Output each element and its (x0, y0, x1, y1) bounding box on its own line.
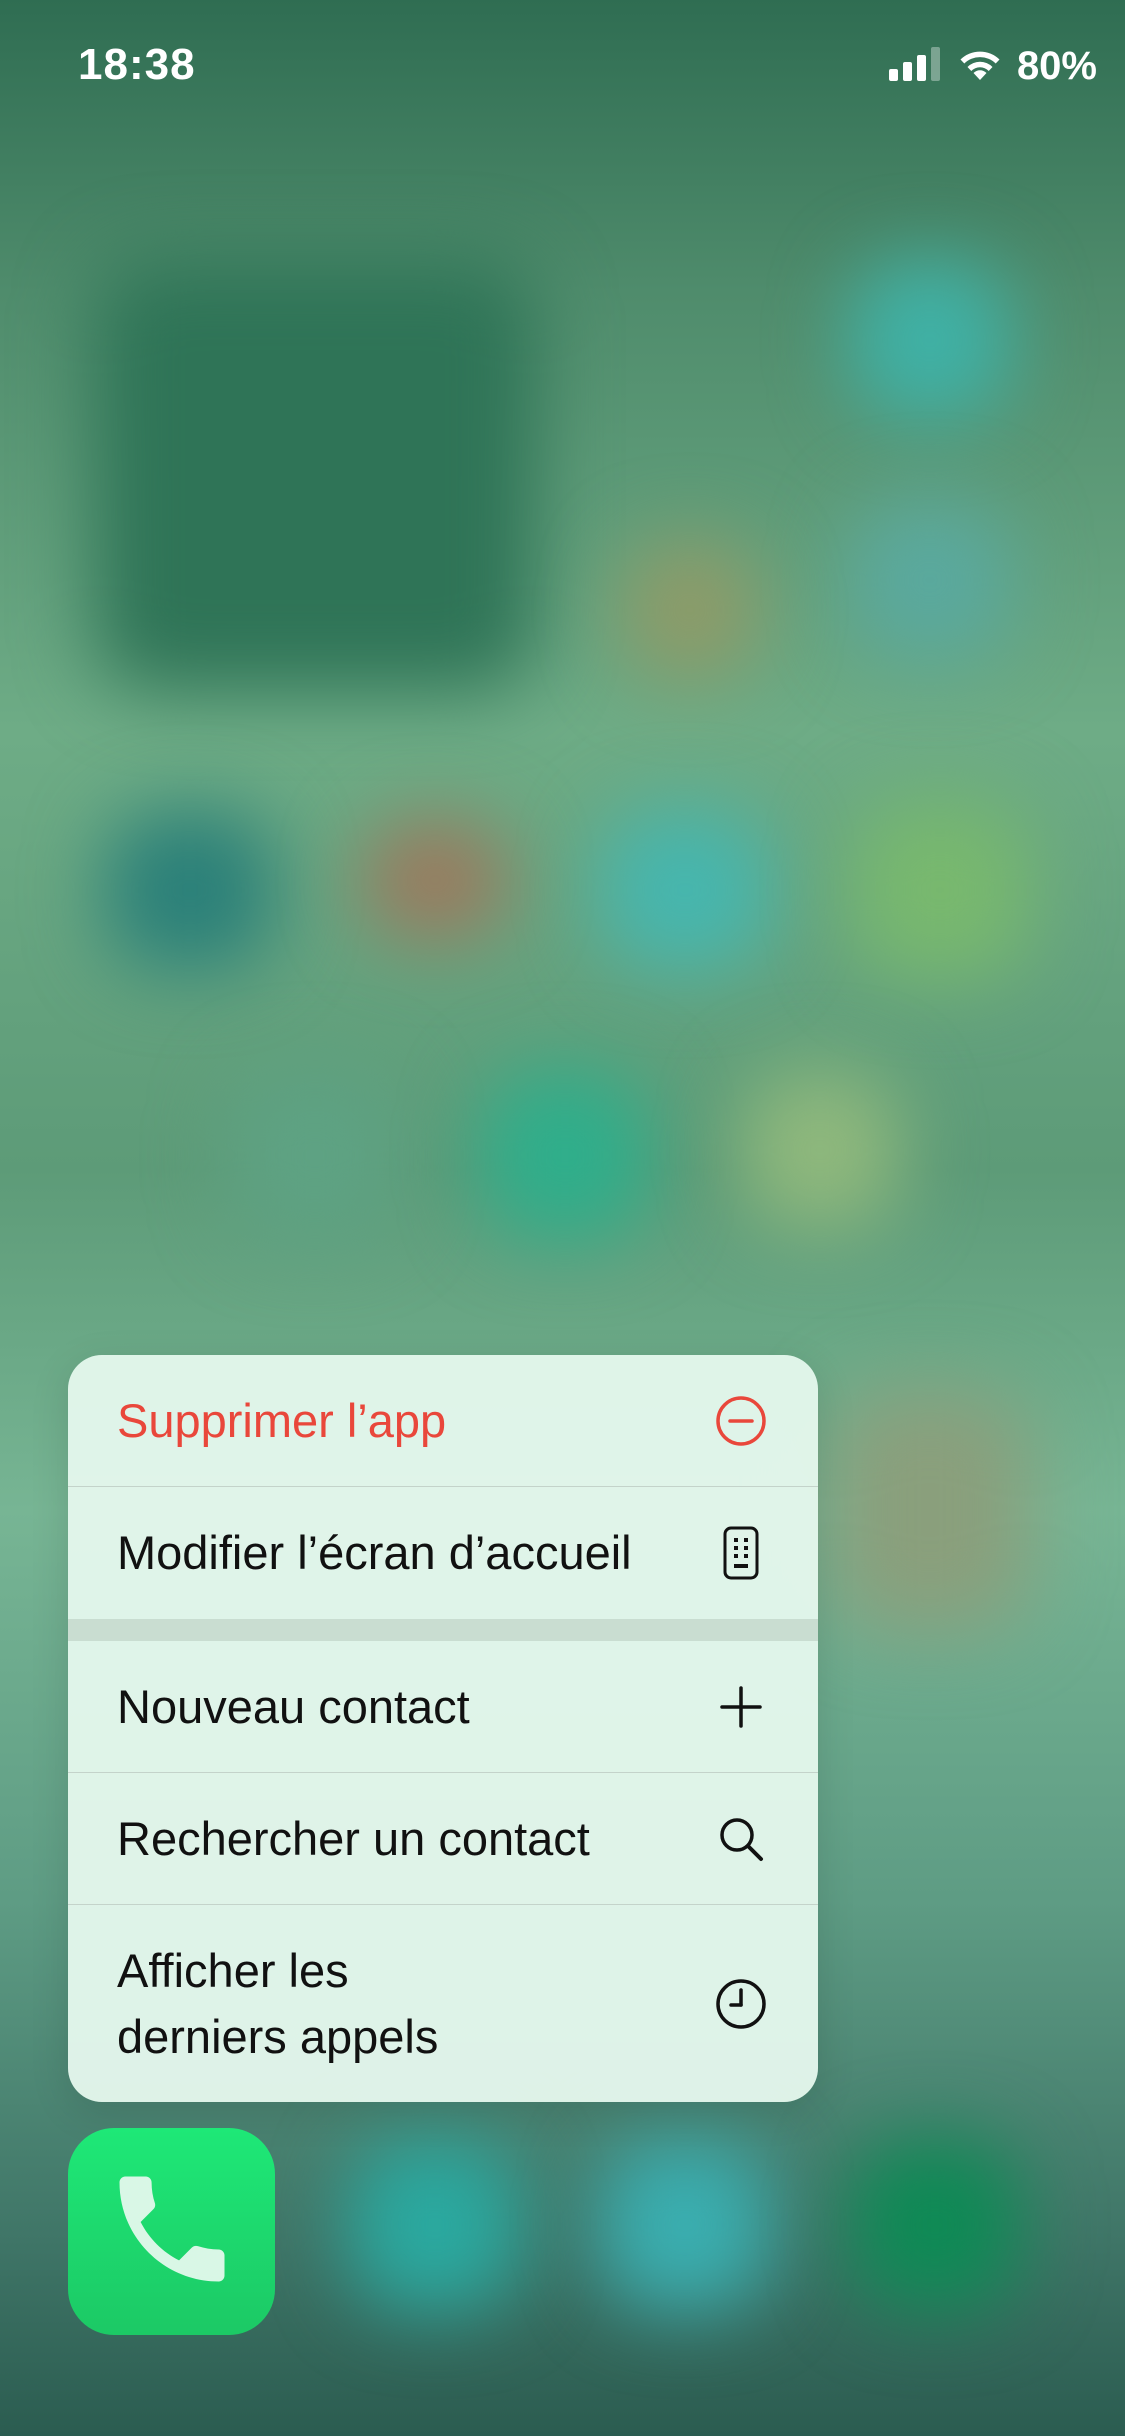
blurred-widget (830, 1390, 1030, 1630)
status-bar: 18:38 80% (0, 0, 1125, 140)
blurred-app-icon (600, 810, 770, 970)
menu-item-recent-calls[interactable]: Afficher les derniers appels (68, 1905, 818, 2102)
plus-icon (714, 1680, 768, 1734)
menu-item-label: Supprimer l’app (117, 1393, 447, 1447)
blurred-app-icon (850, 500, 1010, 660)
phone-grid-icon (714, 1526, 768, 1580)
blurred-app-icon (105, 810, 275, 970)
menu-item-delete-app[interactable]: Supprimer l’app (68, 1355, 818, 1487)
blurred-dock-icon (600, 2140, 770, 2310)
menu-item-label: Afficher les derniers appels (117, 1943, 439, 2063)
blurred-dock-icon (350, 2140, 520, 2310)
battery-percentage: 80% (1016, 44, 1097, 88)
blurred-widget (95, 260, 535, 690)
blurred-app-icon (360, 820, 510, 940)
blurred-app-icon (850, 260, 1010, 420)
menu-section-separator (68, 1619, 818, 1641)
menu-item-label: Rechercher un contact (117, 1811, 590, 1865)
signal-icon (888, 47, 943, 86)
menu-item-label: Nouveau contact (117, 1679, 470, 1733)
blurred-app-icon (620, 540, 760, 680)
wifi-icon (957, 47, 1003, 86)
menu-item-new-contact[interactable]: Nouveau contact (68, 1641, 818, 1773)
menu-item-edit-home-screen[interactable]: Modifier l’écran d’accueil (68, 1487, 818, 1619)
blurred-app-icon (850, 800, 1030, 980)
menu-item-label: Modifier l’écran d’accueil (117, 1526, 632, 1579)
blurred-dock-icon (850, 2140, 1020, 2310)
status-indicators: 80% (888, 44, 1097, 89)
menu-item-search-contact[interactable]: Rechercher un contact (68, 1773, 818, 1905)
blurred-app-icon (480, 1070, 650, 1240)
search-icon (714, 1812, 768, 1866)
phone-app-icon[interactable] (68, 2128, 275, 2335)
blurred-app-icon (740, 1070, 900, 1230)
blurred-app-icon (230, 1070, 400, 1240)
context-menu: Supprimer l’app Modifier l’écran d’accue… (68, 1355, 818, 2102)
minus-circle-icon (714, 1394, 768, 1448)
status-time: 18:38 (78, 40, 196, 89)
clock-icon (714, 1977, 768, 2031)
phone-handset-icon (102, 2159, 242, 2304)
